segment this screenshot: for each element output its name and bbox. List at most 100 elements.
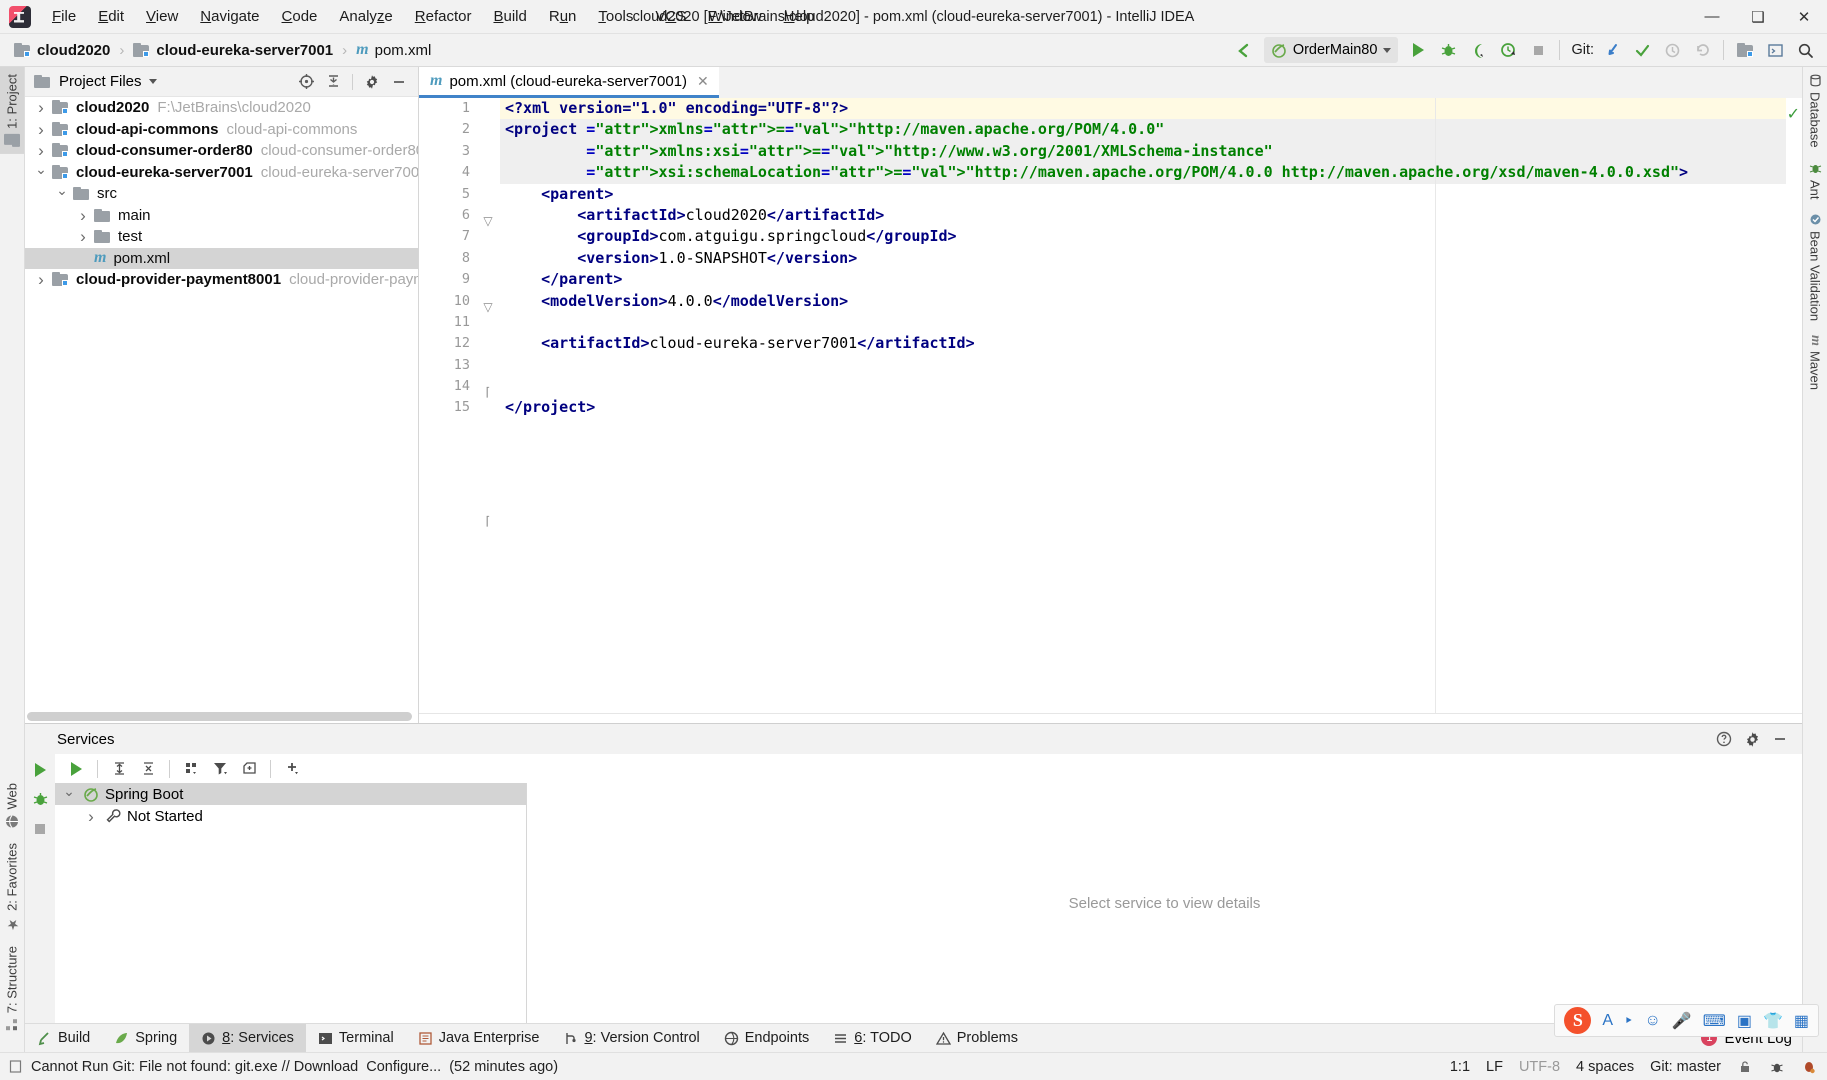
chevron-down-icon[interactable] <box>149 79 157 84</box>
menu-file[interactable]: File <box>41 5 87 28</box>
run-icon[interactable] <box>35 763 46 777</box>
hide-icon[interactable] <box>1767 727 1793 751</box>
sidebar-item-bean-validation[interactable]: Bean Validation <box>1803 206 1827 328</box>
hide-icon[interactable] <box>386 70 412 94</box>
tab-java-enterprise[interactable]: Java Enterprise <box>406 1024 552 1052</box>
chevron-right-icon[interactable] <box>75 207 91 224</box>
menu-navigate[interactable]: Navigate <box>189 5 270 28</box>
code-line[interactable]: ="attr">xsi:schemaLocation="attr">=="val… <box>500 162 1786 183</box>
chevron-down-icon[interactable] <box>54 185 70 202</box>
tree-row[interactable]: main <box>25 205 418 227</box>
project-structure-icon[interactable] <box>1731 37 1759 63</box>
sidebar-item-database[interactable]: Database <box>1803 67 1827 155</box>
caret-position[interactable]: 1:1 <box>1450 1059 1470 1075</box>
minimize-button[interactable]: — <box>1689 0 1735 34</box>
editor-hscrollbar[interactable] <box>419 713 1802 723</box>
code-line[interactable]: <artifactId>cloud2020</artifactId> <box>500 205 1786 226</box>
services-tree[interactable]: Spring Boot Not Started <box>55 783 527 1023</box>
status-action-configure[interactable]: Configure... <box>366 1059 441 1075</box>
file-encoding[interactable]: UTF-8 <box>1519 1059 1560 1075</box>
issue-icon[interactable] <box>1801 1059 1817 1075</box>
code-editor[interactable]: 123456789101112131415 ▽ ▽ ⌈ ⌈ <?xml vers… <box>419 98 1802 713</box>
menu-build[interactable]: Build <box>482 5 537 28</box>
input-mode-letter-icon[interactable]: A <box>1602 1012 1613 1030</box>
chevron-right-icon[interactable] <box>33 271 49 288</box>
project-view-selector[interactable]: Project Files <box>59 73 142 90</box>
terminal-icon[interactable] <box>1761 37 1789 63</box>
tree-row[interactable]: cloud2020F:\JetBrains\cloud2020 <box>25 97 418 119</box>
expand-all-icon[interactable] <box>106 757 132 781</box>
chevron-right-icon[interactable] <box>75 228 91 245</box>
code-line[interactable]: <artifactId>cloud-eureka-server7001</art… <box>500 333 1786 354</box>
line-separator[interactable]: LF <box>1486 1059 1503 1075</box>
notification-icon[interactable] <box>8 1059 23 1074</box>
code-line[interactable]: <?xml version="1.0" encoding="UTF-8"?> <box>500 98 1786 119</box>
tree-row[interactable]: test <box>25 226 418 248</box>
sidebar-item-favorites[interactable]: ★ 2: Favorites <box>0 836 24 939</box>
code-line[interactable]: <parent> <box>500 184 1786 205</box>
filter-icon[interactable] <box>207 757 233 781</box>
add-tab-icon[interactable] <box>236 757 262 781</box>
sogou-ime-toolbar[interactable]: S A ‣ ☺ 🎤 ⌨ ▣ 👕 ▦ <box>1554 1004 1819 1037</box>
fold-end-icon[interactable]: ⌈ <box>482 386 494 398</box>
settings-gear-icon[interactable] <box>1739 727 1765 751</box>
editor-tab-pom-xml[interactable]: m pom.xml (cloud-eureka-server7001) ✕ <box>419 67 719 98</box>
git-branch[interactable]: Git: master <box>1650 1059 1721 1075</box>
history-icon[interactable] <box>1658 37 1686 63</box>
group-by-icon[interactable] <box>178 757 204 781</box>
microphone-icon[interactable]: 🎤 <box>1672 1011 1692 1031</box>
menu-window[interactable]: Window <box>697 5 772 28</box>
run-icon[interactable] <box>63 757 89 781</box>
settings-gear-icon[interactable] <box>359 70 385 94</box>
stop-icon[interactable] <box>33 822 47 836</box>
screenshot-icon[interactable]: ▣ <box>1737 1011 1752 1031</box>
sidebar-item-ant[interactable]: Ant <box>1803 155 1827 207</box>
menu-refactor[interactable]: Refactor <box>404 5 483 28</box>
menu-run[interactable]: Run <box>538 5 588 28</box>
keyboard-icon[interactable]: ⌨ <box>1703 1011 1726 1031</box>
menu-edit[interactable]: Edit <box>87 5 135 28</box>
tab-terminal[interactable]: Terminal <box>306 1024 406 1052</box>
code-line[interactable]: </parent> <box>500 269 1786 290</box>
emoji-icon[interactable]: ☺ <box>1644 1012 1660 1030</box>
tree-row[interactable]: cloud-api-commonscloud-api-commons <box>25 119 418 141</box>
chevron-right-icon[interactable] <box>83 808 99 825</box>
add-service-icon[interactable] <box>279 757 305 781</box>
menu-vcs[interactable]: VCS <box>644 5 697 28</box>
services-row-not-started[interactable]: Not Started <box>55 805 526 827</box>
punctuation-icon[interactable]: ‣ <box>1624 1011 1633 1031</box>
locate-icon[interactable] <box>293 70 319 94</box>
menu-help[interactable]: Help <box>773 5 826 28</box>
code-line[interactable]: ="attr">xmlns:xsi="attr">=="val">"http:/… <box>500 141 1786 162</box>
debug-icon[interactable] <box>32 791 49 808</box>
code-line[interactable]: <modelVersion>4.0.0</modelVersion> <box>500 291 1786 312</box>
close-button[interactable]: ✕ <box>1781 0 1827 34</box>
breadcrumb-item-module[interactable]: cloud-eureka-server7001 <box>129 40 337 61</box>
skin-icon[interactable]: 👕 <box>1763 1011 1783 1031</box>
menu-view[interactable]: View <box>135 5 189 28</box>
toolbox-icon[interactable]: ▦ <box>1794 1011 1809 1031</box>
inspection-ok-icon[interactable]: ✓ <box>1787 104 1800 124</box>
code-line[interactable] <box>500 355 1786 376</box>
tab-spring[interactable]: Spring <box>102 1024 189 1052</box>
project-tree-hscrollbar[interactable] <box>27 712 384 721</box>
tab-problems[interactable]: Problems <box>924 1024 1030 1052</box>
chevron-right-icon[interactable] <box>33 99 49 116</box>
debug-icon[interactable] <box>1434 37 1462 63</box>
editor-markup-rail[interactable]: ✓ <box>1786 98 1802 713</box>
search-everywhere-icon[interactable] <box>1791 37 1819 63</box>
breadcrumb-item-file[interactable]: m pom.xml <box>352 39 435 61</box>
tree-row[interactable]: cloud-eureka-server7001cloud-eureka-serv… <box>25 162 418 184</box>
fold-marker-icon[interactable]: ▽ <box>482 301 494 313</box>
run-with-coverage-icon[interactable] <box>1464 37 1492 63</box>
read-only-lock-icon[interactable] <box>1737 1059 1753 1075</box>
run-icon[interactable] <box>1404 37 1432 63</box>
menu-analyze[interactable]: Analyze <box>328 5 403 28</box>
code-line[interactable] <box>500 312 1786 333</box>
fold-end-icon[interactable]: ⌈ <box>482 515 494 527</box>
chevron-down-icon[interactable] <box>33 164 49 181</box>
indent-setting[interactable]: 4 spaces <box>1576 1059 1634 1075</box>
maximize-button[interactable]: ❑ <box>1735 0 1781 34</box>
code-line[interactable] <box>500 376 1786 397</box>
fold-marker-icon[interactable]: ▽ <box>482 215 494 227</box>
